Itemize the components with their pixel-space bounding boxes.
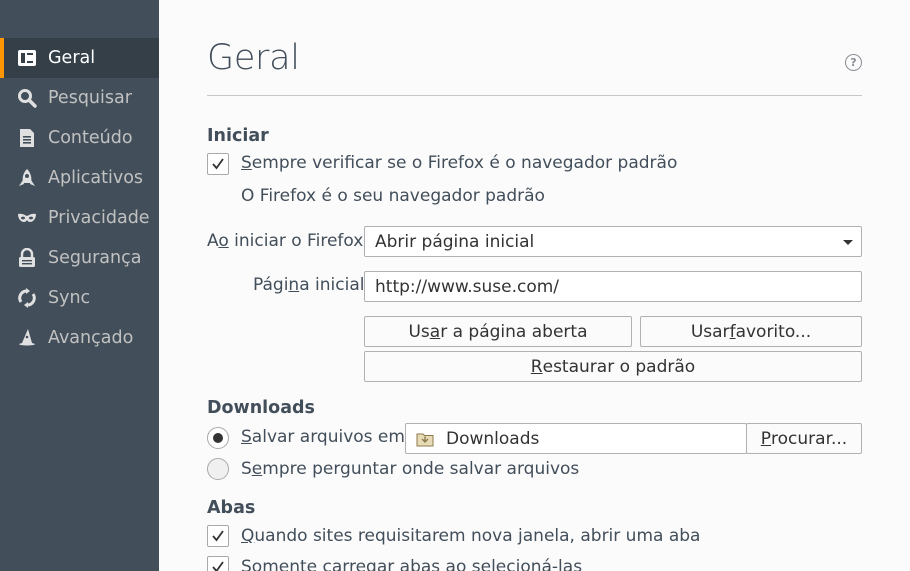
checkmark-icon: [212, 561, 224, 571]
sync-icon: [16, 287, 38, 309]
applications-icon: [16, 167, 38, 189]
sidebar-item-security[interactable]: Segurança: [0, 238, 159, 278]
homepage-input[interactable]: http://www.suse.com/: [364, 271, 862, 302]
title-divider: [207, 95, 862, 96]
always-ask-radio[interactable]: [207, 458, 229, 480]
restore-default-button[interactable]: Restaurar o padrão: [364, 351, 862, 382]
browse-button[interactable]: Procurar...: [746, 423, 862, 454]
new-window-tab-checkbox[interactable]: [207, 525, 229, 547]
checkmark-icon: [212, 158, 224, 170]
lock-icon: [16, 247, 38, 269]
sidebar-item-general[interactable]: Geral: [0, 38, 159, 78]
downloads-heading: Downloads: [207, 398, 315, 418]
save-files-label[interactable]: Salvar arquivos em: [241, 427, 405, 447]
chevron-down-icon: [843, 240, 853, 245]
save-files-radio[interactable]: [207, 427, 229, 449]
sidebar-item-content[interactable]: Conteúdo: [0, 118, 159, 158]
default-browser-checkbox[interactable]: [207, 153, 229, 175]
main-panel: Geral ? Iniciar Sempre verificar se o Fi…: [159, 0, 910, 571]
advanced-wizard-hat-icon: [16, 327, 38, 349]
sidebar-item-privacy[interactable]: Privacidade: [0, 198, 159, 238]
sidebar-item-sync[interactable]: Sync: [0, 278, 159, 318]
sidebar-item-advanced[interactable]: Avançado: [0, 318, 159, 358]
new-window-tab-label[interactable]: Quando sites requisitarem nova janela, a…: [241, 526, 700, 546]
always-ask-label[interactable]: Sempre perguntar onde salvar arquivos: [241, 459, 579, 479]
privacy-mask-icon: [16, 207, 38, 229]
sidebar-item-label: Conteúdo: [48, 128, 133, 148]
use-bookmark-button[interactable]: Usar f avorito...: [640, 316, 862, 347]
homepage-label: Página inicial:: [253, 275, 371, 295]
help-icon[interactable]: ?: [845, 54, 862, 71]
content-icon: [16, 127, 38, 149]
general-icon: [16, 47, 38, 69]
radio-dot: [213, 433, 223, 443]
download-folder-field[interactable]: Downloads: [405, 423, 747, 454]
sidebar-item-applications[interactable]: Aplicativos: [0, 158, 159, 198]
default-browser-label[interactable]: Sempre verificar se o Firefox é o navega…: [241, 153, 677, 173]
sidebar-item-label: Pesquisar: [48, 88, 132, 108]
sidebar-item-label: Sync: [48, 288, 91, 308]
sidebar-item-label: Aplicativos: [48, 168, 144, 188]
checkmark-icon: [212, 530, 224, 542]
on-start-select[interactable]: Abrir página inicial: [364, 226, 862, 257]
default-browser-status: O Firefox é o seu navegador padrão: [241, 186, 545, 206]
sidebar-item-label: Avançado: [48, 328, 134, 348]
tabs-heading: Abas: [207, 498, 256, 518]
sidebar-item-search[interactable]: Pesquisar: [0, 78, 159, 118]
sidebar-item-label: Privacidade: [48, 208, 150, 228]
sidebar-item-label: Segurança: [48, 248, 142, 268]
search-icon: [16, 87, 38, 109]
page-title: Geral: [207, 38, 300, 78]
load-selected-tabs-label[interactable]: Somente carregar abas ao selecioná-las: [241, 557, 582, 571]
load-selected-tabs-checkbox[interactable]: [207, 556, 229, 571]
sidebar-item-label: Geral: [48, 48, 96, 68]
sidebar: Geral Pesquisar Conteúdo Aplicativos Pri…: [0, 0, 159, 571]
folder-icon: [416, 433, 434, 446]
on-start-label: Ao iniciar o Firefox:: [207, 231, 370, 251]
startup-heading: Iniciar: [207, 126, 269, 146]
use-current-page-button[interactable]: Us a r a página aberta: [364, 316, 632, 347]
